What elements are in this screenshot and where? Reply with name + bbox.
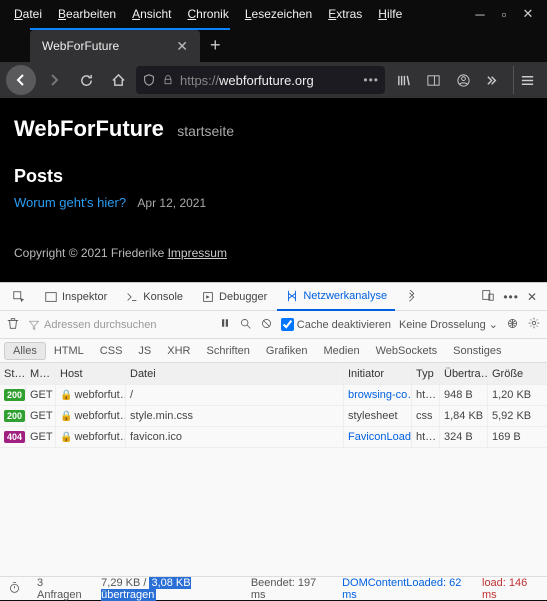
tab-debugger[interactable]: Debugger	[193, 283, 275, 310]
filter-type[interactable]: JS	[130, 343, 159, 359]
pause-icon[interactable]	[219, 317, 231, 332]
col-status[interactable]: St…	[0, 363, 26, 384]
tabs-overflow-icon[interactable]	[397, 283, 427, 310]
network-table: St… M… Host Datei Initiator Typ Übertra……	[0, 363, 547, 576]
url-text: https://webforfuture.org	[180, 73, 357, 88]
block-icon[interactable]	[260, 317, 273, 333]
overflow-icon[interactable]	[479, 66, 507, 94]
network-toolbar: Adressen durchsuchen Cache deaktivieren …	[0, 311, 547, 339]
table-row[interactable]: 200GET🔒webforfut…/browsing-co…ht…948 B1,…	[0, 385, 547, 406]
menu-bookmarks[interactable]: Lesezeichen	[237, 5, 320, 23]
tab-title: WebForFuture	[42, 39, 174, 53]
devtools-close-icon[interactable]: ✕	[527, 290, 537, 304]
col-host[interactable]: Host	[56, 363, 126, 384]
menu-edit[interactable]: Bearbeiten	[50, 5, 124, 23]
devtools: Inspektor Konsole Debugger Netzwerkanaly…	[0, 282, 547, 600]
filter-types: AllesHTMLCSSJSXHRSchriftenGrafikenMedien…	[0, 339, 547, 363]
tab-network[interactable]: Netzwerkanalyse	[277, 284, 395, 311]
shield-icon	[142, 73, 156, 87]
tab-close-icon[interactable]: ✕	[174, 38, 190, 55]
page-content: WebForFuture startseite Posts Worum geht…	[0, 98, 547, 282]
clear-icon[interactable]	[6, 316, 20, 333]
tab-console[interactable]: Konsole	[117, 283, 191, 310]
account-icon[interactable]	[449, 66, 477, 94]
col-file[interactable]: Datei	[126, 363, 344, 384]
filter-type[interactable]: HTML	[46, 343, 92, 359]
lock-icon	[162, 74, 174, 86]
post-link[interactable]: Worum geht's hier?	[14, 195, 126, 210]
funnel-icon	[28, 319, 40, 331]
new-tab-button[interactable]: +	[200, 35, 231, 56]
menu-button[interactable]	[513, 66, 541, 94]
status-load: load: 146 ms	[482, 577, 539, 601]
maximize-icon[interactable]: ▫	[497, 7, 511, 21]
har-icon[interactable]	[506, 317, 519, 333]
lock-icon: 🔒	[60, 411, 72, 422]
page-footer: Copyright © 2021 Friederike Impressum	[14, 246, 533, 260]
filter-input[interactable]: Adressen durchsuchen	[28, 319, 211, 331]
tab-bar: WebForFuture ✕ +	[0, 28, 547, 62]
url-bar[interactable]: https://webforfuture.org •••	[136, 66, 385, 94]
filter-type[interactable]: Alles	[4, 342, 46, 360]
reload-button[interactable]	[72, 66, 100, 94]
library-icon[interactable]	[389, 66, 417, 94]
chevron-down-icon: ⌄	[489, 318, 498, 331]
filter-type[interactable]: Schriften	[199, 343, 258, 359]
page-title: WebForFuture	[14, 116, 164, 142]
col-size[interactable]: Größe	[488, 363, 538, 384]
menu-file[interactable]: Datei	[6, 5, 50, 23]
table-header: St… M… Host Datei Initiator Typ Übertra……	[0, 363, 547, 385]
nav-bar: https://webforfuture.org •••	[0, 62, 547, 98]
status-finish: Beendet: 197 ms	[251, 577, 326, 601]
close-icon[interactable]: ✕	[521, 7, 535, 21]
filter-type[interactable]: Grafiken	[258, 343, 316, 359]
sidebar-icon[interactable]	[419, 66, 447, 94]
post-item: Worum geht's hier? Apr 12, 2021	[14, 195, 533, 210]
page-subtitle[interactable]: startseite	[177, 123, 234, 139]
menu-history[interactable]: Chronik	[179, 5, 236, 23]
minimize-icon[interactable]: ─	[473, 7, 487, 21]
menu-extras[interactable]: Extras	[320, 5, 370, 23]
devtools-tabs: Inspektor Konsole Debugger Netzwerkanaly…	[0, 283, 547, 311]
filter-type[interactable]: XHR	[159, 343, 198, 359]
status-requests: 3 Anfragen	[37, 577, 85, 601]
tab-active[interactable]: WebForFuture ✕	[30, 30, 200, 62]
table-row[interactable]: 200GET🔒webforfut…style.min.cssstylesheet…	[0, 406, 547, 427]
search-icon[interactable]	[239, 317, 252, 333]
responsive-icon[interactable]	[481, 288, 495, 305]
disable-cache-checkbox[interactable]: Cache deaktivieren	[281, 318, 391, 331]
forward-button[interactable]	[40, 66, 68, 94]
home-button[interactable]	[104, 66, 132, 94]
col-method[interactable]: M…	[26, 363, 56, 384]
filter-type[interactable]: WebSockets	[368, 343, 446, 359]
back-button[interactable]	[6, 65, 36, 95]
impressum-link[interactable]: Impressum	[168, 246, 227, 260]
filter-type[interactable]: Sonstiges	[445, 343, 509, 359]
col-type[interactable]: Typ	[412, 363, 440, 384]
lock-icon: 🔒	[60, 432, 72, 443]
settings-icon[interactable]	[527, 316, 541, 333]
throttle-select[interactable]: Keine Drosselung⌄	[399, 318, 498, 331]
post-date: Apr 12, 2021	[137, 196, 206, 210]
menu-view[interactable]: Ansicht	[124, 5, 179, 23]
table-row[interactable]: 404GET🔒webforfut…favicon.icoFaviconLoad……	[0, 427, 547, 448]
lock-icon: 🔒	[60, 390, 72, 401]
stopwatch-icon[interactable]	[8, 581, 21, 597]
tab-inspector[interactable]: Inspektor	[36, 283, 115, 310]
filter-type[interactable]: CSS	[92, 343, 131, 359]
page-actions-icon[interactable]: •••	[363, 73, 379, 87]
status-dom: DOMContentLoaded: 62 ms	[342, 577, 466, 601]
menu-help[interactable]: Hilfe	[370, 5, 410, 23]
status-size: 7,29 KB / 3,08 KB übertragen	[101, 577, 235, 601]
filter-type[interactable]: Medien	[316, 343, 368, 359]
col-initiator[interactable]: Initiator	[344, 363, 412, 384]
menu-bar: Datei Bearbeiten Ansicht Chronik Lesezei…	[0, 0, 547, 28]
posts-heading: Posts	[14, 166, 533, 187]
col-transferred[interactable]: Übertra…	[440, 363, 488, 384]
status-bar: 3 Anfragen 7,29 KB / 3,08 KB übertragen …	[0, 576, 547, 600]
devtools-picker-icon[interactable]	[4, 283, 34, 310]
devtools-menu-icon[interactable]: •••	[503, 290, 519, 304]
